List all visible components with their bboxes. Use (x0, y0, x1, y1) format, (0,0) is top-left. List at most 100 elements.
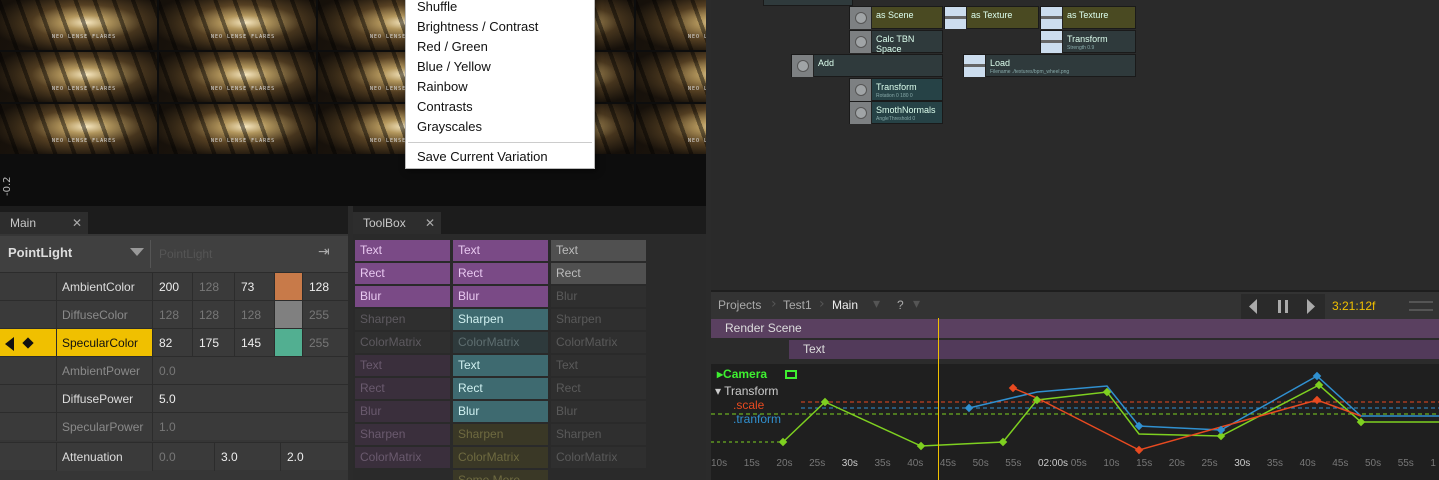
param-row-ambient-power: AmbientPower 0.0 (0, 356, 348, 385)
ruler-tick-label: 20s (776, 458, 793, 469)
track-render-scene[interactable]: Render Scene (711, 319, 1439, 338)
variation-thumbnail[interactable]: NEO LENSE FLARES (159, 52, 316, 102)
toolbox-item-sharpen[interactable]: Sharpen (551, 309, 646, 330)
param-row-ambient-color: AmbientColor 200 128 73 128 (0, 272, 348, 301)
toolbox-item-blur[interactable]: Blur (355, 286, 450, 307)
variation-thumbnail[interactable]: NEO LENSE FLARES (0, 52, 157, 102)
menu-item-save-variation[interactable]: Save Current Variation (406, 147, 594, 167)
toolbox-item-rect[interactable]: Rect (551, 263, 646, 284)
toolbox-item-colormatrix[interactable]: ColorMatrix (453, 332, 548, 353)
menu-item-rainbow[interactable]: Rainbow (406, 77, 594, 97)
graph-node-smooth-normals[interactable]: SmothNormals AngleThreshold 0 (849, 101, 943, 124)
specular-color-swatch[interactable] (274, 329, 302, 357)
graph-node-load[interactable]: Load Filename ./textures/bpm_wheel.png (963, 54, 1136, 77)
toolbox-item-rect[interactable]: Rect (355, 263, 450, 284)
menu-item-blue-yellow[interactable]: Blue / Yellow (406, 57, 594, 77)
menu-icon[interactable] (1409, 301, 1433, 311)
toolbox-item-sharpen[interactable]: Sharpen (551, 424, 646, 445)
texture-icon (1041, 7, 1063, 29)
operator-name-field[interactable]: PointLight (150, 240, 310, 268)
close-icon[interactable]: ✕ (425, 212, 435, 234)
menu-item-brightness-contrast[interactable]: Brightness / Contrast (406, 17, 594, 37)
tab-main[interactable]: Main ✕ (0, 212, 88, 234)
track-text[interactable]: Text (789, 340, 1439, 359)
time-ruler[interactable]: 10s 15s 20s 25s 30s 35s 40s 45s 50s 55s 02:00s 05s 1… (711, 456, 1439, 472)
toolbox-item-blur[interactable]: Blur (355, 401, 450, 422)
toolbox-item-colormatrix[interactable]: ColorMatrix (551, 332, 646, 353)
toolbox-item-sharpen[interactable]: Sharpen (355, 309, 450, 330)
toolbox-item-blur[interactable]: Blur (453, 401, 548, 422)
playback-icons (1249, 299, 1315, 314)
variation-thumbnail[interactable]: NEO LENSE FLARES (0, 104, 157, 154)
ruler-tick-label: 10s (1103, 458, 1120, 469)
play-icon (1307, 299, 1315, 314)
diffuse-color-swatch[interactable] (274, 301, 302, 329)
playhead[interactable] (938, 318, 939, 480)
export-icon[interactable]: ⇥ (318, 244, 338, 262)
curve-editor[interactable]: ▸Camera ▾ Transform .scale .tranform 10s… (711, 364, 1439, 480)
tab-toolbox[interactable]: ToolBox ✕ (353, 212, 441, 234)
menu-item-shuffle[interactable]: Shuffle (406, 0, 594, 17)
toolbox-panel: ToolBox ✕ Text Rect Blur Sharpen ColorMatrix… (353, 206, 706, 480)
node-icon (850, 79, 872, 101)
toolbox-item-sharpen[interactable]: Sharpen (453, 424, 548, 445)
graph-node-calc-tbn[interactable]: Calc TBN Space (849, 30, 943, 54)
chevron-down-icon[interactable]: ▾ (873, 296, 885, 316)
menu-item-contrasts[interactable]: Contrasts (406, 97, 594, 117)
graph-node-add[interactable]: Add (791, 54, 943, 77)
variation-thumbnail[interactable]: NEO LENSE FLARES (0, 0, 157, 50)
variation-thumbnail[interactable]: NEO LENSE FLARES (636, 0, 706, 50)
toolbox-item-text[interactable]: Text (453, 240, 548, 261)
menu-item-grayscales[interactable]: Grayscales (406, 117, 594, 137)
toolbox-item-text[interactable]: Text (551, 240, 646, 261)
image-viewer[interactable]: NEO LENSE FLARES NEO LENSE FLARES NEO LENS… (0, 0, 706, 206)
prev-key-icon[interactable] (5, 337, 14, 351)
thumbnail-caption: NEO LENSE FLARES (688, 86, 706, 92)
toolbox-item-text[interactable]: Text (453, 355, 548, 376)
toolbox-item-text[interactable]: Text (355, 240, 450, 261)
breadcrumb-test1[interactable]: Test1 (783, 298, 812, 312)
toolbox-item-text[interactable]: Text (551, 355, 646, 376)
toolbox-item-rect[interactable]: Rect (453, 263, 548, 284)
close-icon[interactable]: ✕ (72, 212, 82, 234)
graph-node-as-texture-1[interactable]: as Texture (944, 6, 1039, 29)
toolbox-item-blur[interactable]: Blur (453, 286, 548, 307)
toolbox-item-colormatrix[interactable]: ColorMatrix (355, 447, 450, 468)
toolbox-item-colormatrix[interactable]: ColorMatrix (453, 447, 548, 468)
variation-thumbnail[interactable]: NEO LENSE FLARES (159, 0, 316, 50)
thumbnail-caption: NEO LENSE FLARES (52, 86, 117, 92)
chevron-down-icon[interactable] (130, 248, 144, 256)
ruler-tick-label: 50s (972, 458, 989, 469)
graph-node-as-texture-2[interactable]: as Texture (1040, 6, 1136, 29)
param-row-diffuse-power: DiffusePower 5.0 (0, 384, 348, 413)
toolbox-item-text[interactable]: Text (355, 355, 450, 376)
toolbox-item-rect[interactable]: Rect (453, 378, 548, 399)
pause-icon (1278, 300, 1281, 313)
toolbox-item-sharpen[interactable]: Sharpen (453, 309, 548, 330)
playback-controls (1241, 294, 1325, 319)
toolbox-item-rect[interactable]: Rect (551, 378, 646, 399)
variation-thumbnail[interactable]: NEO LENSE FLARES (636, 52, 706, 102)
timeline-panel: Projects › Test1 › Main ▾ ? ▾ 3:21:12f R… (711, 290, 1439, 480)
breadcrumb-question[interactable]: ? (897, 298, 904, 312)
toolbox-item-some-more[interactable]: Some More (453, 470, 548, 480)
ambient-color-swatch[interactable] (274, 273, 302, 301)
toolbox-item-blur[interactable]: Blur (551, 286, 646, 307)
toolbox-item-rect[interactable]: Rect (355, 378, 450, 399)
keyframe-icon[interactable] (22, 337, 34, 349)
graph-node-transform[interactable]: Transform Rotation 0 180 0 (849, 78, 943, 101)
variation-thumbnail[interactable]: NEO LENSE FLARES (636, 104, 706, 154)
node-graph[interactable]: as Scene as Texture as Texture Calc TBN … (711, 0, 1439, 290)
graph-node-transform-top[interactable]: Transform Strength 0.9 (1040, 30, 1136, 53)
breadcrumb-main[interactable]: Main (832, 298, 858, 312)
graph-node-partial[interactable] (763, 0, 853, 6)
chevron-down-icon[interactable]: ▾ (913, 296, 925, 316)
graph-node-as-scene[interactable]: as Scene (849, 6, 943, 29)
toolbox-item-sharpen[interactable]: Sharpen (355, 424, 450, 445)
breadcrumb-projects[interactable]: Projects (718, 298, 761, 312)
variation-thumbnail[interactable]: NEO LENSE FLARES (159, 104, 316, 154)
toolbox-item-colormatrix[interactable]: ColorMatrix (551, 447, 646, 468)
toolbox-item-blur[interactable]: Blur (551, 401, 646, 422)
menu-item-red-green[interactable]: Red / Green (406, 37, 594, 57)
toolbox-item-colormatrix[interactable]: ColorMatrix (355, 332, 450, 353)
